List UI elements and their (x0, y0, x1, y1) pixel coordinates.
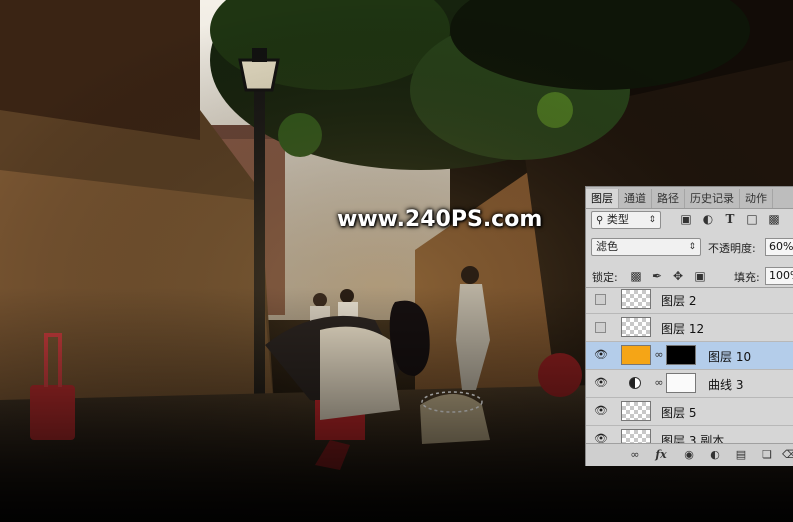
new-layer-icon[interactable]: ❏ (760, 448, 774, 462)
eye-icon[interactable]: 👁 (593, 404, 609, 418)
type-filter-icon[interactable]: T (723, 212, 737, 226)
tab-paths[interactable]: 路径 (652, 189, 685, 208)
curves-adjustment-icon (629, 377, 641, 389)
chevron-updown-icon: ⇕ (688, 242, 696, 252)
tab-channels[interactable]: 通道 (619, 189, 652, 208)
layers-panel: 图层 通道 路径 历史记录 动作 ⚲ 类型 ⇕ ▣ ◐ T □ ▩ 滤色 ⇕ 不… (585, 186, 793, 466)
opacity-input[interactable]: 60% (765, 238, 793, 256)
layer-thumbnail (621, 401, 651, 421)
chain-link-icon[interactable]: ∞ (654, 376, 664, 389)
chevron-updown-icon: ⇕ (648, 215, 656, 225)
fill-input[interactable]: 100% (765, 267, 793, 285)
visibility-toggle[interactable] (595, 322, 606, 333)
layer-name: 曲线 3 (708, 378, 744, 392)
layers-bottom-bar: ∞ fx ◉ ◐ ▤ ❏ ⌫ (586, 443, 793, 466)
adjustment-icon[interactable]: ◐ (708, 448, 722, 462)
blend-mode-value: 滤色 (596, 240, 618, 253)
layer-row[interactable]: 👁 图层 5 (586, 398, 793, 426)
shape-filter-icon[interactable]: □ (745, 212, 759, 226)
image-filter-icon[interactable]: ▣ (679, 212, 693, 226)
mask-icon[interactable]: ◉ (682, 448, 696, 462)
tab-history[interactable]: 历史记录 (685, 189, 740, 208)
layer-row[interactable]: 图层 12 (586, 314, 793, 342)
watermark-text: www.240PS.com (337, 207, 543, 232)
blend-mode-select[interactable]: 滤色 ⇕ (591, 238, 701, 256)
layer-name: 图层 12 (661, 322, 705, 336)
tab-layers[interactable]: 图层 (586, 189, 619, 208)
trash-icon[interactable]: ⌫ (782, 448, 793, 462)
tab-actions[interactable]: 动作 (740, 189, 773, 208)
lock-label: 锁定: (592, 271, 618, 284)
layers-list: 图层 2 图层 12 👁 ∞ 图层 10 👁 ∞ 曲线 3 👁 图层 5 � (586, 287, 793, 445)
folder-icon[interactable]: ▤ (734, 448, 748, 462)
lock-transparent-icon[interactable]: ▩ (629, 269, 643, 283)
fill-label: 填充: (734, 271, 760, 284)
layer-mask-thumbnail[interactable] (666, 345, 696, 365)
eye-icon[interactable]: 👁 (593, 376, 609, 390)
opacity-label: 不透明度: (708, 242, 756, 255)
search-icon: ⚲ (596, 215, 604, 226)
layer-thumbnail (621, 317, 651, 337)
visibility-toggle[interactable] (595, 294, 606, 305)
layer-mask-thumbnail[interactable] (666, 373, 696, 393)
eye-icon[interactable]: 👁 (593, 348, 609, 362)
link-icon[interactable]: ∞ (628, 448, 642, 462)
layer-thumbnail (621, 289, 651, 309)
smart-object-filter-icon[interactable]: ▩ (767, 212, 781, 226)
filter-kind-select[interactable]: ⚲ 类型 ⇕ (591, 211, 661, 229)
chain-link-icon[interactable]: ∞ (654, 348, 664, 361)
layer-color-fill-thumbnail (621, 345, 651, 365)
layer-name: 图层 5 (661, 406, 697, 420)
panel-tabs: 图层 通道 路径 历史记录 动作 (586, 187, 793, 209)
layer-name: 图层 10 (708, 350, 752, 364)
layer-row[interactable]: 👁 ∞ 曲线 3 (586, 370, 793, 398)
lock-paint-brush-icon[interactable]: ✒ (650, 269, 664, 283)
lock-position-move-icon[interactable]: ✥ (671, 269, 685, 283)
layer-row[interactable]: 👁 ∞ 图层 10 (586, 342, 793, 370)
filter-kind-value: 类型 (606, 213, 629, 226)
layer-row[interactable]: 图层 2 (586, 288, 793, 314)
fx-icon[interactable]: fx (654, 448, 668, 462)
adjustment-filter-icon[interactable]: ◐ (701, 212, 715, 226)
layer-name: 图层 2 (661, 294, 697, 308)
lock-all-icon[interactable]: ▣ (693, 269, 707, 283)
